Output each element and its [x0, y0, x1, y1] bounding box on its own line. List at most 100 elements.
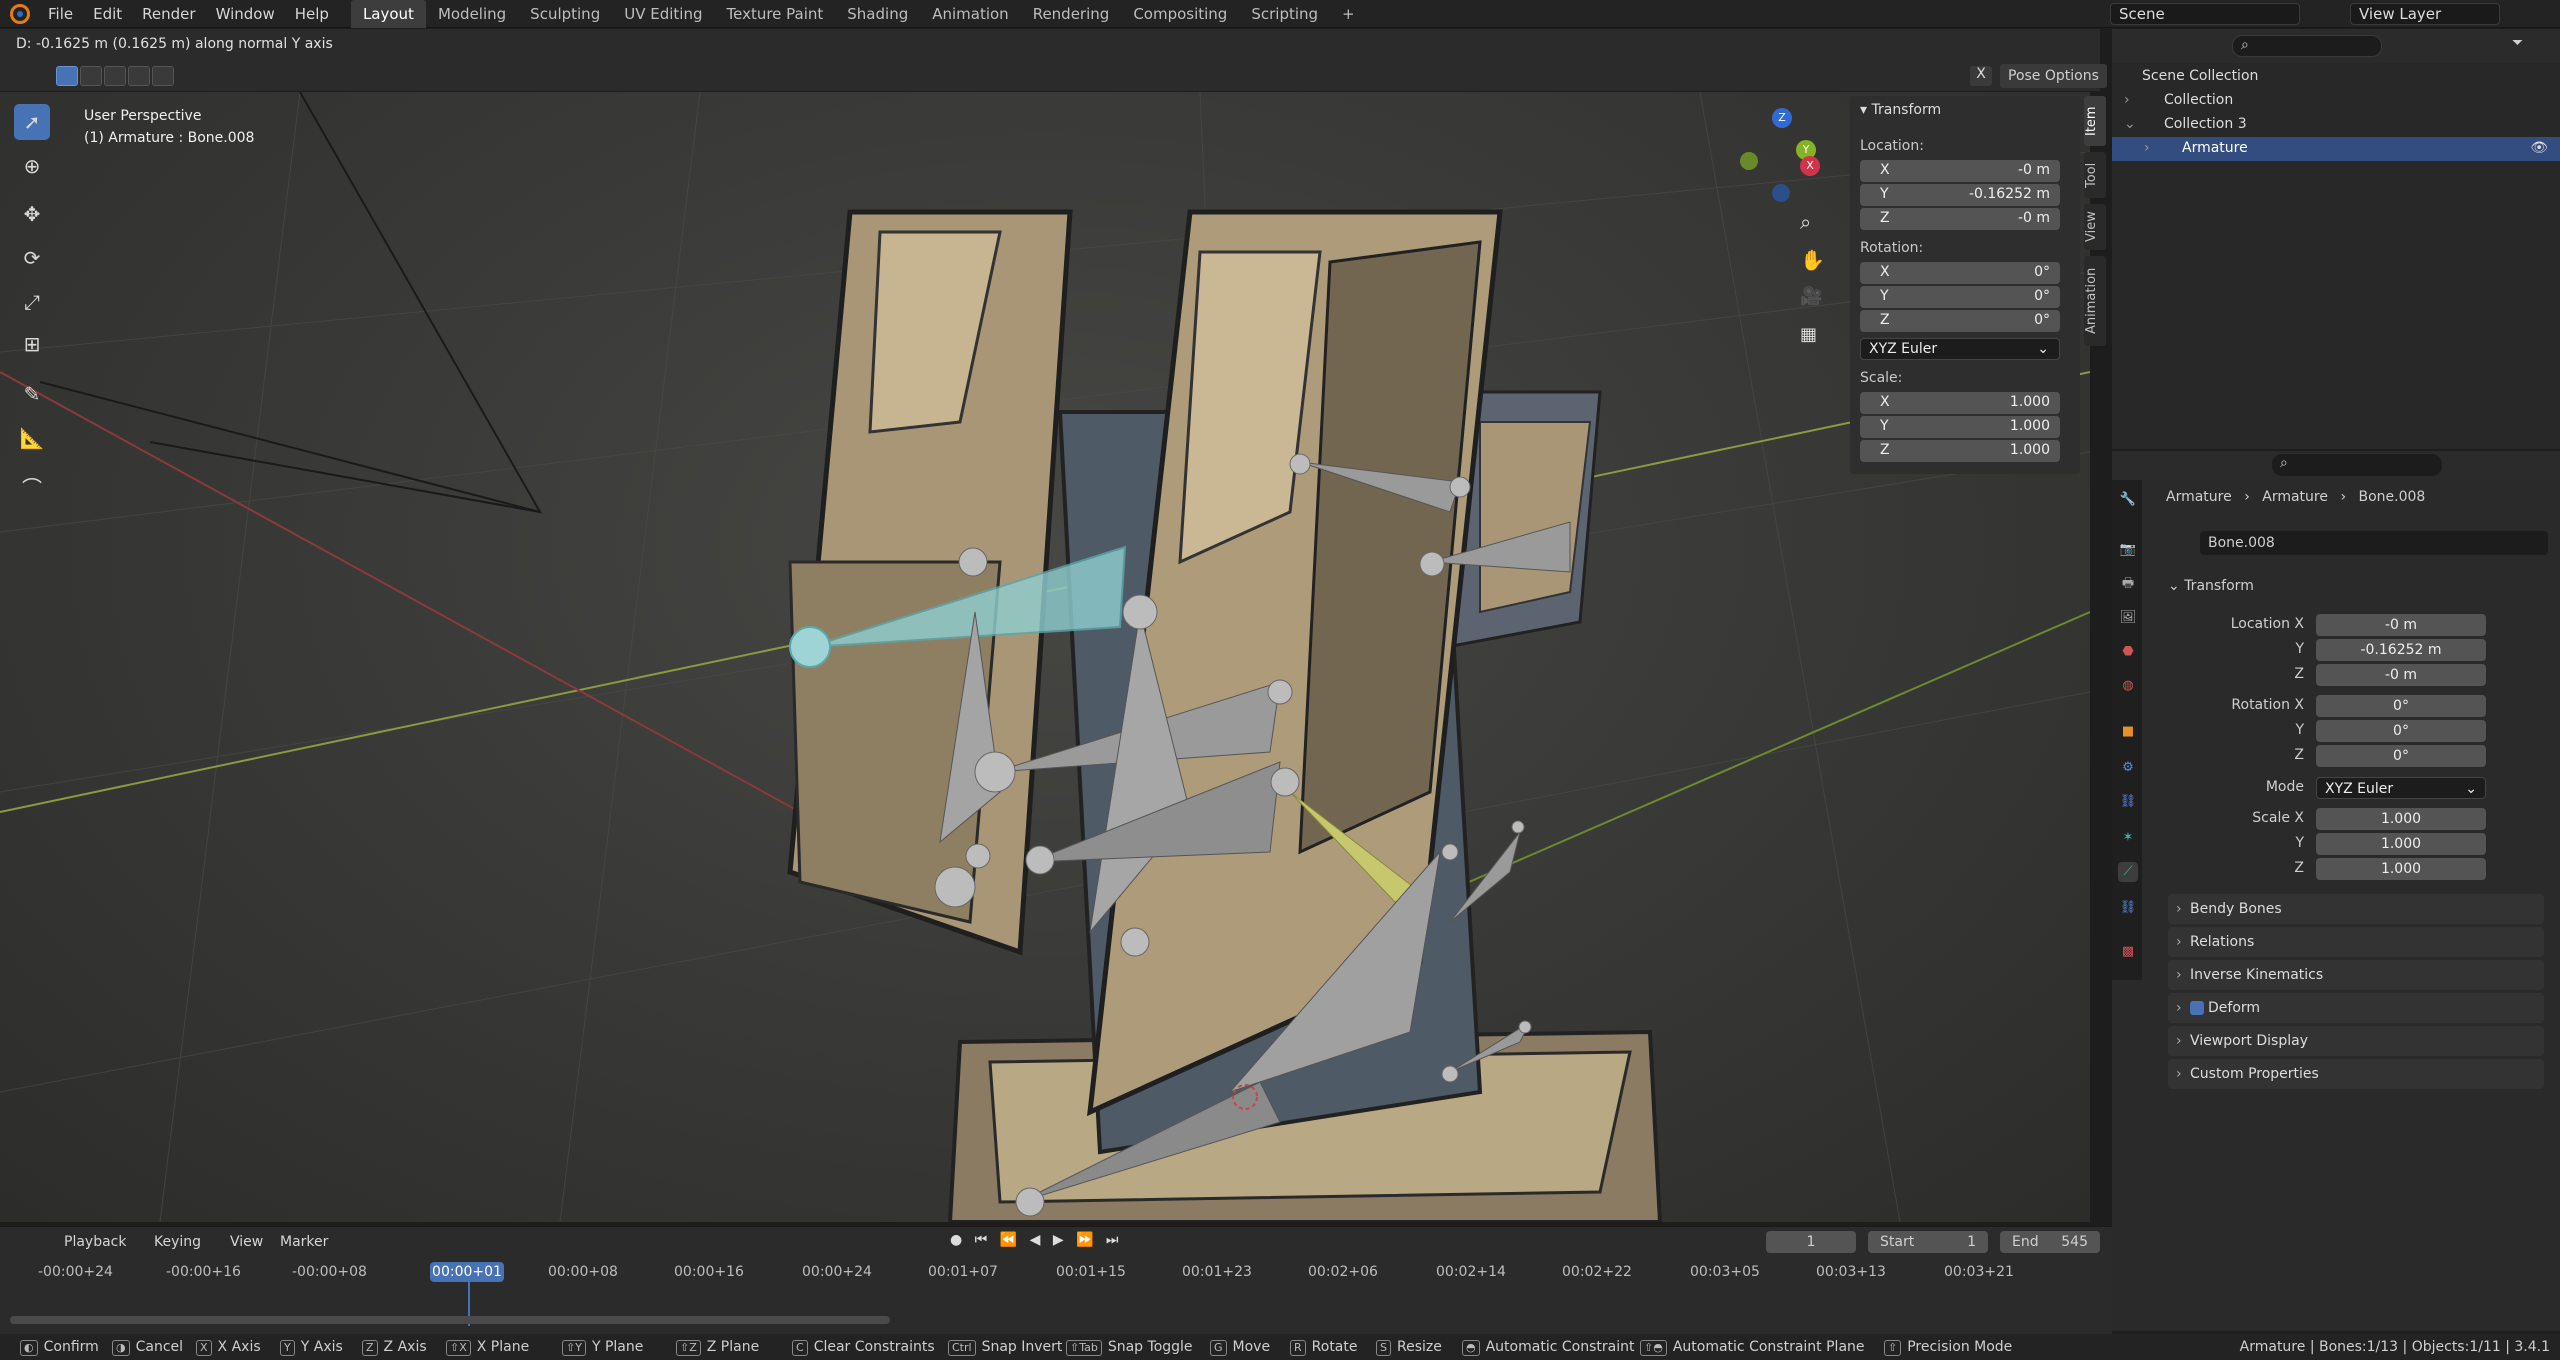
prop-scale-y[interactable]: 1.000	[2316, 833, 2486, 855]
camera-view-icon[interactable]: 🎥	[1800, 286, 1822, 307]
rotation-z-field[interactable]: Z 0°	[1860, 310, 2060, 332]
select-mode-extend-button[interactable]	[80, 66, 102, 86]
outliner-row-collection-3[interactable]: ⌄ Collection 3	[2112, 113, 2560, 137]
navigation-gizmo[interactable]: Z Y X	[1736, 104, 1826, 204]
menu-window[interactable]: Window	[206, 5, 285, 23]
tab-texture-paint[interactable]: Texture Paint	[714, 0, 835, 28]
location-y-field[interactable]: Y -0.16252 m	[1860, 184, 2060, 206]
menu-help[interactable]: Help	[285, 5, 339, 23]
panel-relations[interactable]: Relations	[2168, 927, 2544, 957]
bone-constraint-tab-icon[interactable]: ⛓	[2118, 898, 2138, 918]
select-mode-new-button[interactable]	[56, 66, 78, 86]
scale-y-field[interactable]: Y 1.000	[1860, 416, 2060, 438]
prop-location-z[interactable]: -0 m	[2316, 664, 2486, 686]
perspective-grid-icon[interactable]: ▦	[1800, 324, 1817, 345]
select-mode-intersect-button[interactable]	[152, 66, 174, 86]
pose-options-dropdown[interactable]: Pose Options	[2000, 64, 2107, 88]
expand-arrow-icon[interactable]: ›	[2144, 140, 2150, 156]
npanel-header[interactable]: ▾ Transform	[1860, 102, 1941, 118]
annotate-tool[interactable]: ✎	[14, 376, 50, 412]
start-frame-field[interactable]: Start 1	[1868, 1231, 1988, 1253]
prop-rotation-y[interactable]: 0°	[2316, 720, 2486, 742]
tab-compositing[interactable]: Compositing	[1121, 0, 1239, 28]
rotation-y-field[interactable]: Y 0°	[1860, 286, 2060, 308]
panel-deform[interactable]: Deform	[2168, 993, 2544, 1023]
keying-menu[interactable]: Keying	[154, 1234, 201, 1250]
menu-edit[interactable]: Edit	[83, 5, 132, 23]
panel-bendy-bones[interactable]: Bendy Bones	[2168, 894, 2544, 924]
marker-menu[interactable]: Marker	[280, 1234, 328, 1250]
tab-layout[interactable]: Layout	[350, 0, 426, 28]
tab-view[interactable]: View	[2084, 204, 2106, 250]
bone-tool[interactable]: ⌒	[14, 468, 50, 504]
prop-location-y[interactable]: -0.16252 m	[2316, 639, 2486, 661]
bone-name-field[interactable]: Bone.008	[2200, 531, 2548, 555]
tab-scripting[interactable]: Scripting	[1239, 0, 1330, 28]
neg-y-axis-icon[interactable]	[1740, 152, 1758, 170]
rotate-tool[interactable]: ⟳	[14, 240, 50, 276]
cursor-tool[interactable]: ⊕	[14, 148, 50, 184]
timeline-scrollbar[interactable]	[10, 1316, 890, 1324]
collapse-arrow-icon[interactable]: ⌄	[2124, 116, 2136, 132]
zoom-icon[interactable]: ⌕	[1800, 210, 1811, 234]
neg-z-axis-icon[interactable]	[1772, 184, 1790, 202]
expand-arrow-icon[interactable]: ›	[2124, 92, 2130, 108]
scene-tab-icon[interactable]: ⬣	[2118, 642, 2138, 662]
armature-data-tab-icon[interactable]: ✶	[2118, 828, 2138, 848]
measure-tool[interactable]: 📐	[14, 420, 50, 456]
prop-rotation-z[interactable]: 0°	[2316, 745, 2486, 767]
tab-item[interactable]: Item	[2084, 96, 2106, 146]
3d-viewport[interactable]	[0, 92, 2090, 1222]
pan-hand-icon[interactable]: ✋	[1800, 248, 1825, 272]
scale-tool[interactable]: ⤢	[14, 284, 50, 320]
view-layer-selector[interactable]: View Layer	[2350, 3, 2500, 25]
prop-rotation-mode-dropdown[interactable]: XYZ Euler ⌄	[2316, 777, 2486, 799]
prop-scale-x[interactable]: 1.000	[2316, 808, 2486, 830]
view-menu[interactable]: View	[230, 1234, 263, 1250]
output-tab-icon[interactable]: 🖶	[2118, 574, 2138, 594]
select-mode-invert-button[interactable]	[128, 66, 150, 86]
tab-modeling[interactable]: Modeling	[426, 0, 518, 28]
scene-selector[interactable]: Scene	[2110, 3, 2300, 25]
prop-location-x[interactable]: -0 m	[2316, 614, 2486, 636]
playback-controls[interactable]: ● ⏮ ⏪ ◀ ▶ ⏩ ⏭	[950, 1232, 1123, 1248]
add-workspace-button[interactable]: +	[1330, 0, 1367, 28]
tab-tool[interactable]: Tool	[2084, 152, 2106, 198]
tab-shading[interactable]: Shading	[835, 0, 920, 28]
transform-panel-header[interactable]: ⌄ Transform	[2168, 578, 2254, 594]
panel-custom-properties[interactable]: Custom Properties	[2168, 1059, 2544, 1089]
eye-icon[interactable]: 👁	[2530, 140, 2548, 156]
current-frame-field[interactable]: 1	[1766, 1231, 1856, 1253]
outliner-row-armature[interactable]: › Armature 👁	[2112, 137, 2560, 161]
render-tab-icon[interactable]: 📷	[2118, 540, 2138, 560]
prop-scale-z[interactable]: 1.000	[2316, 858, 2486, 880]
prop-rotation-x[interactable]: 0°	[2316, 695, 2486, 717]
view-layer-tab-icon[interactable]: 🖼	[2118, 608, 2138, 628]
location-x-field[interactable]: X -0 m	[1860, 160, 2060, 182]
outliner-row-scene-collection[interactable]: Scene Collection	[2112, 65, 2560, 89]
modifier-tab-icon[interactable]: ⚙	[2118, 758, 2138, 778]
world-tab-icon[interactable]: ◍	[2118, 676, 2138, 696]
tool-tab-icon[interactable]: 🔧	[2118, 490, 2138, 510]
panel-viewport-display[interactable]: Viewport Display	[2168, 1026, 2544, 1056]
end-frame-field[interactable]: End 545	[2000, 1231, 2100, 1253]
panel-inverse-kinematics[interactable]: Inverse Kinematics	[2168, 960, 2544, 990]
menu-render[interactable]: Render	[132, 5, 205, 23]
tab-uv-editing[interactable]: UV Editing	[612, 0, 714, 28]
x-mirror-toggle[interactable]: X	[1970, 66, 1992, 86]
tab-animation-sidebar[interactable]: Animation	[2084, 256, 2106, 346]
playhead-label[interactable]: 00:00+01	[430, 1262, 504, 1282]
blender-logo-icon[interactable]	[10, 3, 30, 24]
rotation-mode-dropdown[interactable]: XYZ Euler ⌄	[1860, 338, 2060, 360]
playback-menu[interactable]: Playback	[64, 1234, 126, 1250]
object-tab-icon[interactable]: ■	[2118, 722, 2138, 742]
constraint-tab-icon[interactable]: ⛓	[2118, 792, 2138, 812]
scale-z-field[interactable]: Z 1.000	[1860, 440, 2060, 462]
tab-animation[interactable]: Animation	[920, 0, 1020, 28]
deform-checkbox[interactable]	[2190, 1001, 2204, 1015]
select-box-tool[interactable]: ➚	[14, 104, 50, 140]
menu-file[interactable]: File	[38, 5, 83, 23]
transform-tool[interactable]: ⊞	[14, 326, 50, 362]
filter-icon[interactable]: ⏷	[2512, 35, 2523, 51]
properties-search-input[interactable]: ⌕	[2272, 454, 2442, 476]
